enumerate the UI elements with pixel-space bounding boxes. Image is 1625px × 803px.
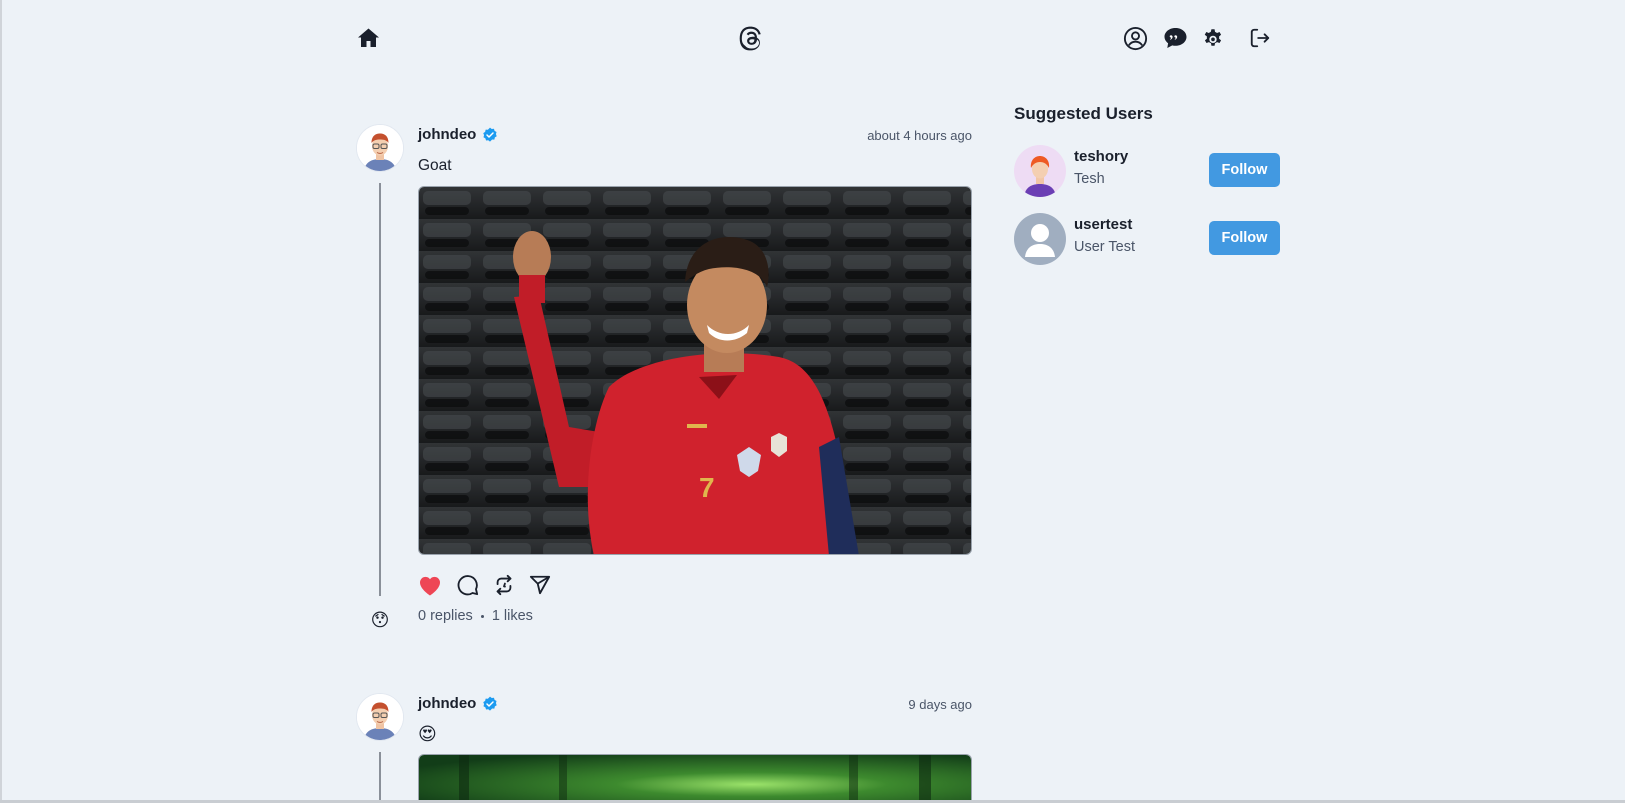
thread-line (379, 752, 381, 803)
user-circle-icon[interactable] (1122, 25, 1148, 51)
post-timestamp: about 4 hours ago (867, 128, 972, 143)
gear-icon[interactable] (1201, 26, 1225, 50)
avatar[interactable] (356, 693, 404, 741)
chat-bubble-icon[interactable] (1162, 26, 1188, 50)
follow-button[interactable]: Follow (1209, 153, 1280, 187)
suggested-user-row: usertest User Test Follow (1014, 213, 1280, 265)
username-text[interactable]: johndeo (418, 126, 476, 143)
logout-icon[interactable] (1248, 26, 1272, 50)
username-text[interactable]: johndeo (418, 695, 476, 712)
post-image[interactable]: 7 (418, 186, 972, 555)
comment-icon[interactable] (457, 574, 479, 596)
post-text: Goat (418, 157, 452, 174)
suggested-fullname: User Test (1074, 239, 1135, 255)
suggested-fullname: Tesh (1074, 171, 1105, 187)
suggested-users-title: Suggested Users (1014, 104, 1153, 123)
post-image[interactable] (418, 754, 972, 803)
reply-avatar: 😯 (370, 610, 390, 630)
post-username[interactable]: johndeo (418, 126, 498, 143)
svg-text:7: 7 (699, 472, 715, 503)
like-icon[interactable] (418, 574, 442, 596)
separator-dot (480, 614, 484, 618)
likes-count[interactable]: 1 likes (492, 608, 533, 624)
avatar[interactable] (1014, 145, 1066, 197)
suggested-user-row: teshory Tesh Follow (1014, 145, 1280, 197)
suggested-username[interactable]: teshory (1074, 148, 1128, 165)
post-text: 😍 (418, 724, 437, 744)
verified-badge-icon (483, 696, 498, 711)
post-username[interactable]: johndeo (418, 695, 498, 712)
suggested-username[interactable]: usertest (1074, 216, 1132, 233)
repost-icon[interactable] (494, 574, 514, 596)
post-actions (418, 574, 551, 596)
avatar[interactable] (1014, 213, 1066, 265)
home-icon[interactable] (355, 25, 381, 51)
thread-line (379, 183, 381, 596)
follow-button[interactable]: Follow (1209, 221, 1280, 255)
window-edge (0, 0, 2, 803)
post-stats: 0 replies 1 likes (418, 608, 533, 624)
avatar[interactable] (356, 124, 404, 172)
verified-badge-icon (483, 127, 498, 142)
threads-logo-icon[interactable] (737, 24, 765, 52)
replies-count[interactable]: 0 replies (418, 608, 473, 624)
share-icon[interactable] (529, 574, 551, 596)
post-timestamp: 9 days ago (908, 697, 972, 712)
